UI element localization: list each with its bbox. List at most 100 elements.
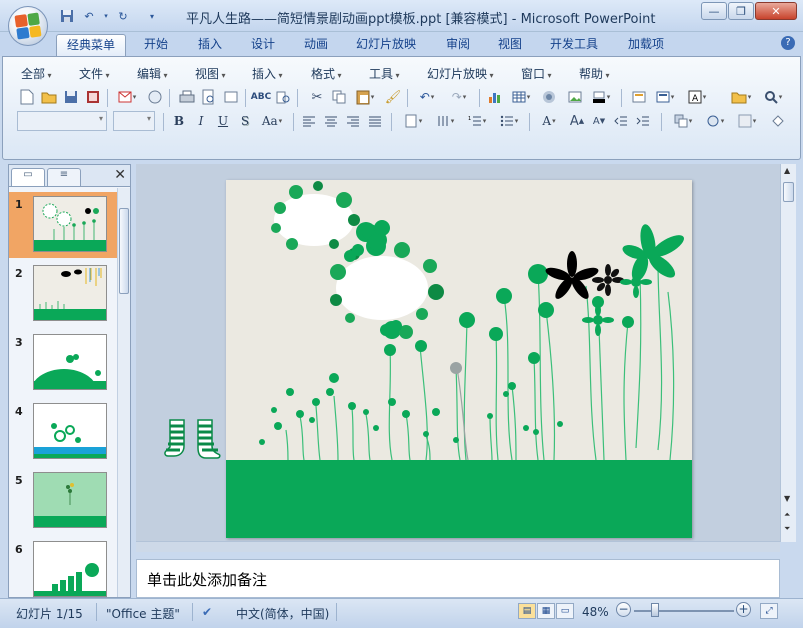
- scroll-thumb[interactable]: [119, 208, 129, 294]
- slide-thumbnail-image[interactable]: [33, 472, 107, 528]
- tab-slideshow[interactable]: 幻灯片放映: [346, 34, 426, 56]
- restore-button[interactable]: ❐: [728, 2, 754, 20]
- zoom-in-icon[interactable]: +: [736, 602, 751, 617]
- open-folder-icon[interactable]: [39, 87, 59, 107]
- tab-design[interactable]: 设计: [241, 34, 285, 56]
- undo-toolbar-icon[interactable]: ↶: [413, 87, 441, 107]
- slide-vertical-scrollbar[interactable]: ▲ ▼ ⏶ ⏷: [780, 164, 796, 542]
- increase-indent-icon[interactable]: [633, 111, 653, 131]
- insert-table-icon[interactable]: [507, 87, 535, 107]
- tab-animations[interactable]: 动画: [294, 34, 338, 56]
- paint-bucket-icon[interactable]: [767, 111, 787, 131]
- slide-thumbnail-image[interactable]: [33, 265, 107, 321]
- slide-thumbnail-image[interactable]: [33, 196, 107, 252]
- undo-icon[interactable]: ↶: [80, 8, 98, 24]
- copy-icon[interactable]: [329, 87, 349, 107]
- bullets-icon[interactable]: [495, 111, 523, 131]
- arrange-icon[interactable]: [669, 111, 697, 131]
- decrease-font-icon[interactable]: A ▼: [589, 111, 609, 131]
- next-slide-icon[interactable]: ⏷: [784, 524, 790, 534]
- customize-qat-icon[interactable]: ▾: [146, 8, 158, 24]
- slide-thumbnail-row[interactable]: 4: [9, 399, 117, 465]
- decrease-indent-icon[interactable]: [611, 111, 631, 131]
- redo-toolbar-icon[interactable]: ↷: [445, 87, 473, 107]
- publish-icon[interactable]: [145, 87, 165, 107]
- previous-slide-icon[interactable]: ⏶: [784, 510, 790, 520]
- scroll-thumb[interactable]: [783, 182, 794, 202]
- numbering-icon[interactable]: 1: [463, 111, 491, 131]
- quick-styles-icon[interactable]: [733, 111, 761, 131]
- new-document-icon[interactable]: [17, 87, 37, 107]
- redo-icon[interactable]: ↻: [114, 8, 132, 24]
- menu-all[interactable]: 全部: [21, 65, 52, 82]
- tab-developer[interactable]: 开发工具: [540, 34, 608, 56]
- italic-button[interactable]: I: [191, 111, 211, 131]
- tab-outline-icon[interactable]: ≡: [47, 168, 81, 186]
- cut-icon[interactable]: ✂: [307, 87, 327, 107]
- paste-icon[interactable]: [351, 87, 379, 107]
- print-preview-icon[interactable]: [199, 87, 219, 107]
- character-spacing-button[interactable]: Aa: [257, 111, 287, 131]
- minimize-button[interactable]: —: [701, 2, 727, 20]
- align-center-icon[interactable]: [321, 111, 341, 131]
- font-size-combo[interactable]: [113, 111, 155, 131]
- menu-file[interactable]: 文件: [79, 65, 110, 82]
- align-left-icon[interactable]: [299, 111, 319, 131]
- slide-thumbnail-row[interactable]: 1: [9, 192, 117, 258]
- zoom-slider-thumb[interactable]: [651, 603, 659, 617]
- tab-review[interactable]: 审阅: [436, 34, 480, 56]
- slides-pane-scrollbar[interactable]: [117, 188, 130, 597]
- tab-insert[interactable]: 插入: [188, 34, 232, 56]
- tab-view[interactable]: 视图: [488, 34, 532, 56]
- zoom-level[interactable]: 48%: [582, 605, 609, 619]
- save-icon[interactable]: [58, 8, 76, 24]
- slide-layout-icon[interactable]: [651, 87, 679, 107]
- insert-chart-icon[interactable]: [485, 87, 505, 107]
- slide-thumbnail-image[interactable]: [33, 403, 107, 459]
- menu-help[interactable]: 帮助: [579, 65, 610, 82]
- clip-art-icon[interactable]: [539, 87, 559, 107]
- menu-view[interactable]: 视图: [195, 65, 226, 82]
- find-icon[interactable]: [759, 87, 787, 107]
- shadow-button[interactable]: S: [235, 111, 255, 131]
- font-color-button[interactable]: A: [535, 111, 563, 131]
- tab-classic-menu[interactable]: 经典菜单: [56, 34, 127, 56]
- tab-slides-icon[interactable]: ▭: [11, 168, 45, 186]
- new-slide-icon[interactable]: [629, 87, 649, 107]
- tab-home[interactable]: 开始: [134, 34, 178, 56]
- close-button[interactable]: ✕: [755, 2, 797, 20]
- folder-dropdown-icon[interactable]: [727, 87, 755, 107]
- normal-view-icon[interactable]: [221, 87, 241, 107]
- slideshow-button[interactable]: ▭: [556, 603, 574, 619]
- insert-picture-icon[interactable]: [565, 87, 585, 107]
- language-indicator[interactable]: 中文(简体，中国): [236, 605, 329, 622]
- align-right-icon[interactable]: [343, 111, 363, 131]
- underline-button[interactable]: U: [213, 111, 233, 131]
- font-name-combo[interactable]: [17, 111, 107, 131]
- undo-dropdown-icon[interactable]: ▾: [102, 8, 110, 24]
- bold-button[interactable]: B: [169, 111, 189, 131]
- notes-pane[interactable]: 单击此处添加备注: [136, 559, 780, 598]
- scroll-down-icon[interactable]: ▼: [784, 494, 790, 503]
- menu-tools[interactable]: 工具: [369, 65, 400, 82]
- menu-edit[interactable]: 编辑: [137, 65, 168, 82]
- email-icon[interactable]: [113, 87, 141, 107]
- save-icon[interactable]: [61, 87, 81, 107]
- justify-icon[interactable]: [365, 111, 385, 131]
- permission-icon[interactable]: [83, 87, 103, 107]
- fill-color-icon[interactable]: [587, 87, 615, 107]
- increase-font-icon[interactable]: A ▲: [567, 111, 587, 131]
- menu-slideshow[interactable]: 幻灯片放映: [427, 65, 494, 82]
- striped-socks-graphic[interactable]: [164, 418, 226, 464]
- notes-placeholder[interactable]: 单击此处添加备注: [147, 569, 267, 590]
- tab-addins[interactable]: 加载项: [618, 34, 674, 56]
- align-text-icon[interactable]: [431, 111, 459, 131]
- menu-insert[interactable]: 插入: [252, 65, 283, 82]
- slide-thumbnail-image[interactable]: [33, 334, 107, 390]
- office-button[interactable]: [8, 6, 48, 46]
- normal-view-button[interactable]: ▤: [518, 603, 536, 619]
- fit-to-window-icon[interactable]: ⤢: [760, 603, 778, 619]
- zoom-slider-track[interactable]: [634, 610, 734, 612]
- slide-canvas[interactable]: [226, 180, 692, 538]
- menu-window[interactable]: 窗口: [521, 65, 552, 82]
